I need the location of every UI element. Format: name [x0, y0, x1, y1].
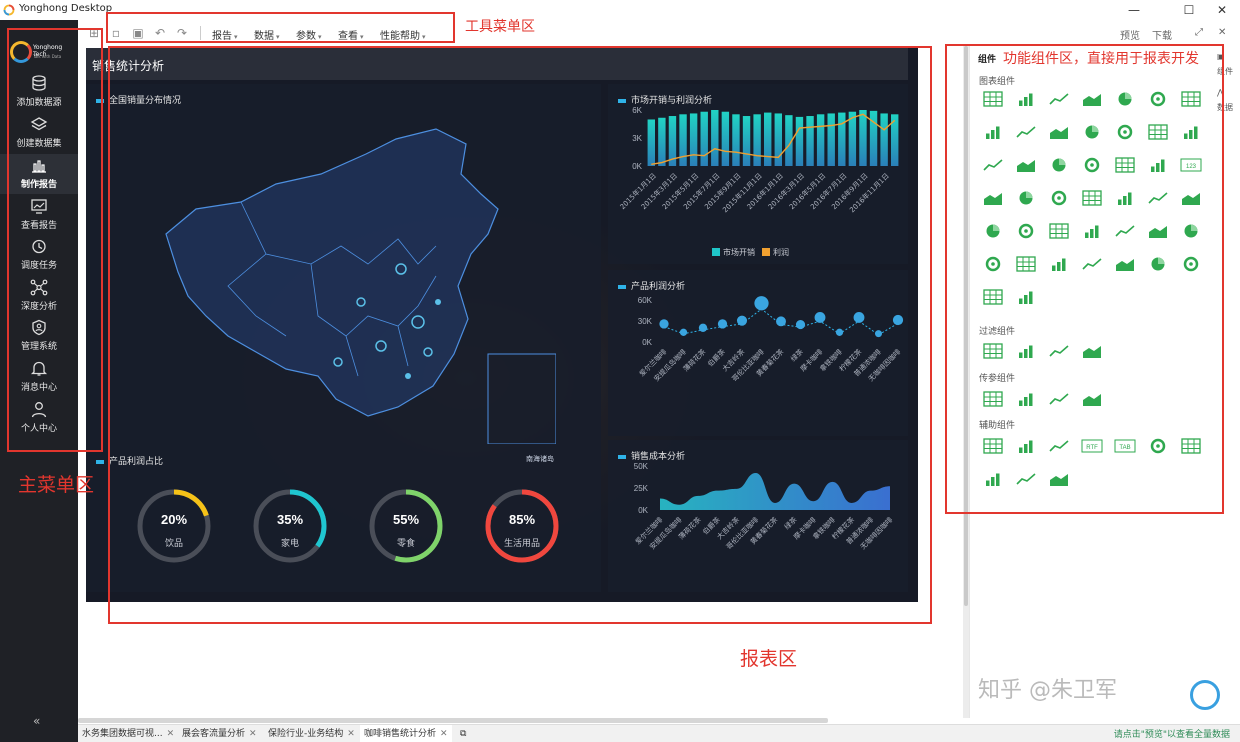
close-panel-icon[interactable]: ✕ [1218, 27, 1226, 38]
collapse-sidebar-button[interactable]: « [33, 714, 40, 728]
canvas-horizontal-scrollbar[interactable] [78, 718, 828, 723]
components-annotation-label: 功能组件区，直接用于报表开发 [1003, 51, 1199, 67]
new-tab-icon[interactable]: ⧉ [456, 725, 474, 742]
close-tab-icon[interactable]: ✕ [347, 729, 355, 739]
report-tab-active[interactable]: 咖啡销售统计分析 ✕ [360, 725, 452, 742]
watermark: 知乎 @朱卫军 [978, 678, 1117, 703]
preview-hint: 请点击"预览"以查看全量数据 [1113, 730, 1230, 740]
fullscreen-icon[interactable]: ⤢ [1195, 27, 1203, 38]
report-tab[interactable]: 展会客流量分析 ✕ [178, 725, 264, 742]
download-button[interactable]: 下载 [1152, 27, 1172, 42]
report-tab[interactable]: 保险行业-业务结构 ✕ [264, 725, 360, 742]
components-annotation-box [945, 44, 1224, 514]
close-tab-icon[interactable]: ✕ [440, 729, 448, 739]
watermark-badge-icon [1190, 680, 1220, 710]
report-tabs-bar: 水务集团数据可视... ✕ 展会客流量分析 ✕ 保险行业-业务结构 ✕ 咖啡销售统计分… [78, 724, 1240, 742]
app-window: Yonghong Desktop — ☐ ✕ Yonghong Tech Tal… [0, 0, 1240, 742]
main-menu-annotation-label: 主菜单区 [18, 474, 95, 496]
report-tab-label: 水务集团数据可视... [82, 729, 163, 739]
preview-button[interactable]: 预览 [1120, 27, 1140, 42]
close-button[interactable]: ✕ [1208, 1, 1236, 19]
report-tab[interactable]: 水务集团数据可视... ✕ [78, 725, 178, 742]
main-menu-annotation-box [7, 28, 103, 452]
app-logo-icon [3, 4, 15, 16]
report-annotation-label: 报表区 [740, 648, 798, 670]
report-tab-label: 展会客流量分析 [182, 729, 246, 739]
report-tab-label: 咖啡销售统计分析 [364, 729, 437, 739]
toolbar-annotation-box [106, 12, 455, 43]
close-tab-icon[interactable]: ✕ [249, 729, 257, 739]
window-title: Yonghong Desktop [19, 3, 113, 14]
close-tab-icon[interactable]: ✕ [167, 729, 175, 739]
minimize-button[interactable]: — [1120, 1, 1148, 19]
report-tab-label: 保险行业-业务结构 [268, 729, 344, 739]
report-annotation-box [108, 46, 932, 624]
maximize-button[interactable]: ☐ [1175, 1, 1203, 19]
toolbar-annotation-label: 工具菜单区 [465, 19, 535, 35]
